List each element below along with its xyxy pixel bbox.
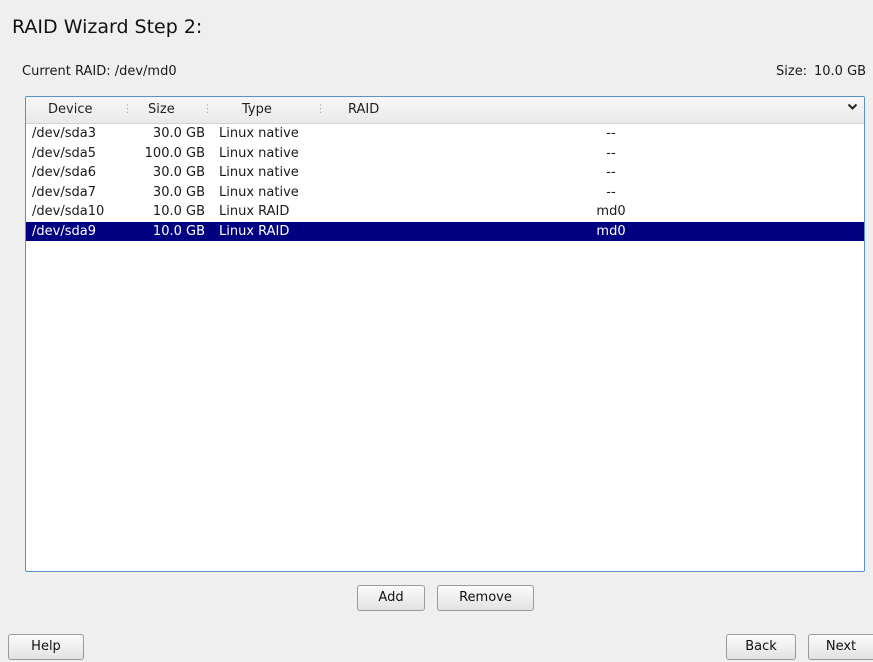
help-button-label: Help	[31, 639, 61, 654]
column-header-device[interactable]: Device	[48, 102, 92, 117]
cell-size: 10.0 GB	[152, 223, 205, 239]
size-value: 10.0 GB	[814, 64, 867, 79]
remove-button[interactable]: Remove	[437, 585, 534, 611]
cell-device: /dev/sda7	[32, 184, 96, 200]
table-row-selected[interactable]: /dev/sda9 10.0 GB Linux RAID md0	[26, 221, 864, 241]
chevron-down-icon[interactable]	[847, 101, 858, 115]
cell-type: Linux native	[219, 165, 299, 180]
cell-size: 30.0 GB	[152, 165, 205, 180]
column-separator: ⋮	[202, 102, 213, 115]
cell-raid: --	[606, 126, 616, 141]
chevron-down-icon-graphic	[847, 103, 858, 110]
cell-device: /dev/sda10	[32, 204, 105, 219]
cell-size: 100.0 GB	[144, 145, 205, 161]
cell-raid: --	[606, 145, 616, 161]
cell-size: 10.0 GB	[152, 204, 205, 219]
remove-button-label: Remove	[459, 590, 512, 605]
column-separator: ⋮	[122, 102, 133, 115]
cell-device: /dev/sda5	[32, 145, 96, 161]
help-button[interactable]: Help	[8, 634, 84, 660]
table-row[interactable]: /dev/sda7 30.0 GB Linux native --	[26, 183, 864, 203]
cell-type: Linux native	[219, 184, 299, 200]
partition-table[interactable]: Device ⋮ Size ⋮ Type ⋮ RAID /dev/sda3 30…	[25, 96, 865, 572]
next-button-label: Next	[825, 639, 857, 654]
cell-type: Linux native	[219, 145, 299, 161]
cell-raid: md0	[596, 204, 626, 219]
cell-type: Linux native	[219, 126, 299, 141]
column-header-raid[interactable]: RAID	[348, 102, 379, 117]
cell-device: /dev/sda3	[32, 126, 96, 141]
table-row[interactable]: /dev/sda3 30.0 GB Linux native --	[26, 124, 864, 144]
add-button-label: Add	[378, 590, 404, 605]
cell-raid: --	[606, 165, 616, 180]
cell-device: /dev/sda9	[32, 223, 96, 239]
table-header: Device ⋮ Size ⋮ Type ⋮ RAID	[26, 97, 864, 124]
column-separator: ⋮	[315, 102, 326, 115]
cell-size: 30.0 GB	[152, 126, 205, 141]
cell-type: Linux RAID	[219, 204, 290, 219]
back-button-label: Back	[745, 639, 777, 654]
cell-raid: md0	[596, 223, 626, 239]
raid-wizard-window: RAID Wizard Step 2: Current RAID: /dev/m…	[0, 0, 873, 662]
cell-device: /dev/sda6	[32, 165, 96, 180]
table-row[interactable]: /dev/sda10 10.0 GB Linux RAID md0	[26, 202, 864, 222]
cell-size: 30.0 GB	[152, 184, 205, 200]
page-title: RAID Wizard Step 2:	[12, 16, 203, 38]
add-button[interactable]: Add	[357, 585, 425, 611]
table-row[interactable]: /dev/sda6 30.0 GB Linux native --	[26, 163, 864, 183]
next-button[interactable]: Next	[808, 634, 873, 660]
column-header-type[interactable]: Type	[242, 102, 272, 117]
current-raid-label: Current RAID: /dev/md0	[22, 64, 177, 79]
column-header-size[interactable]: Size	[148, 102, 175, 117]
back-button[interactable]: Back	[726, 634, 796, 660]
cell-raid: --	[606, 184, 616, 200]
table-row[interactable]: /dev/sda5 100.0 GB Linux native --	[26, 144, 864, 164]
table-body: /dev/sda3 30.0 GB Linux native -- /dev/s…	[26, 124, 864, 241]
size-label: Size:	[776, 64, 808, 79]
cell-type: Linux RAID	[219, 223, 290, 239]
